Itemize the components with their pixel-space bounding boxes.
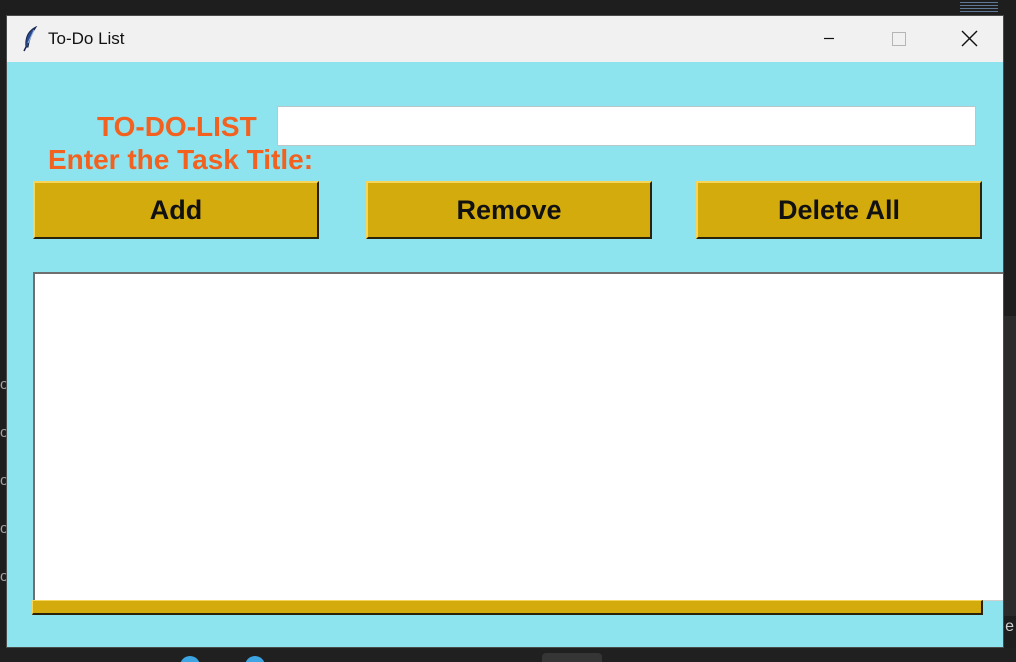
taskbar-app-icon[interactable]: [180, 656, 200, 662]
close-button[interactable]: [931, 16, 999, 62]
window-title: To-Do List: [48, 29, 125, 48]
task-title-input[interactable]: [277, 106, 976, 146]
background-editor-minimap: [960, 2, 998, 14]
todo-window: To-Do List TO-DO-LIST Enter the Task Tit…: [6, 15, 1004, 648]
delete-all-button[interactable]: Delete All: [696, 181, 982, 239]
add-button[interactable]: Add: [33, 181, 319, 239]
minimize-icon: [824, 37, 834, 40]
task-listbox[interactable]: [33, 272, 1003, 601]
task-title-label: Enter the Task Title:: [48, 144, 314, 175]
maximize-button[interactable]: [863, 16, 931, 62]
todo-heading: TO-DO-LIST: [97, 111, 257, 142]
desktop: e o o o o o To-Do List TO-DO-LIST Enter …: [0, 0, 1016, 662]
feather-icon: [21, 25, 41, 52]
background-editor-text: e: [1005, 618, 1014, 635]
remove-button[interactable]: Remove: [366, 181, 652, 239]
taskbar-app-icon[interactable]: [245, 656, 265, 662]
taskbar-button[interactable]: [542, 653, 602, 662]
close-icon: [961, 30, 978, 47]
bottom-bar: [32, 600, 983, 615]
maximize-icon: [892, 32, 906, 46]
title-bar[interactable]: To-Do List: [7, 16, 1003, 62]
minimize-button[interactable]: [795, 16, 863, 62]
taskbar: [0, 648, 1016, 662]
